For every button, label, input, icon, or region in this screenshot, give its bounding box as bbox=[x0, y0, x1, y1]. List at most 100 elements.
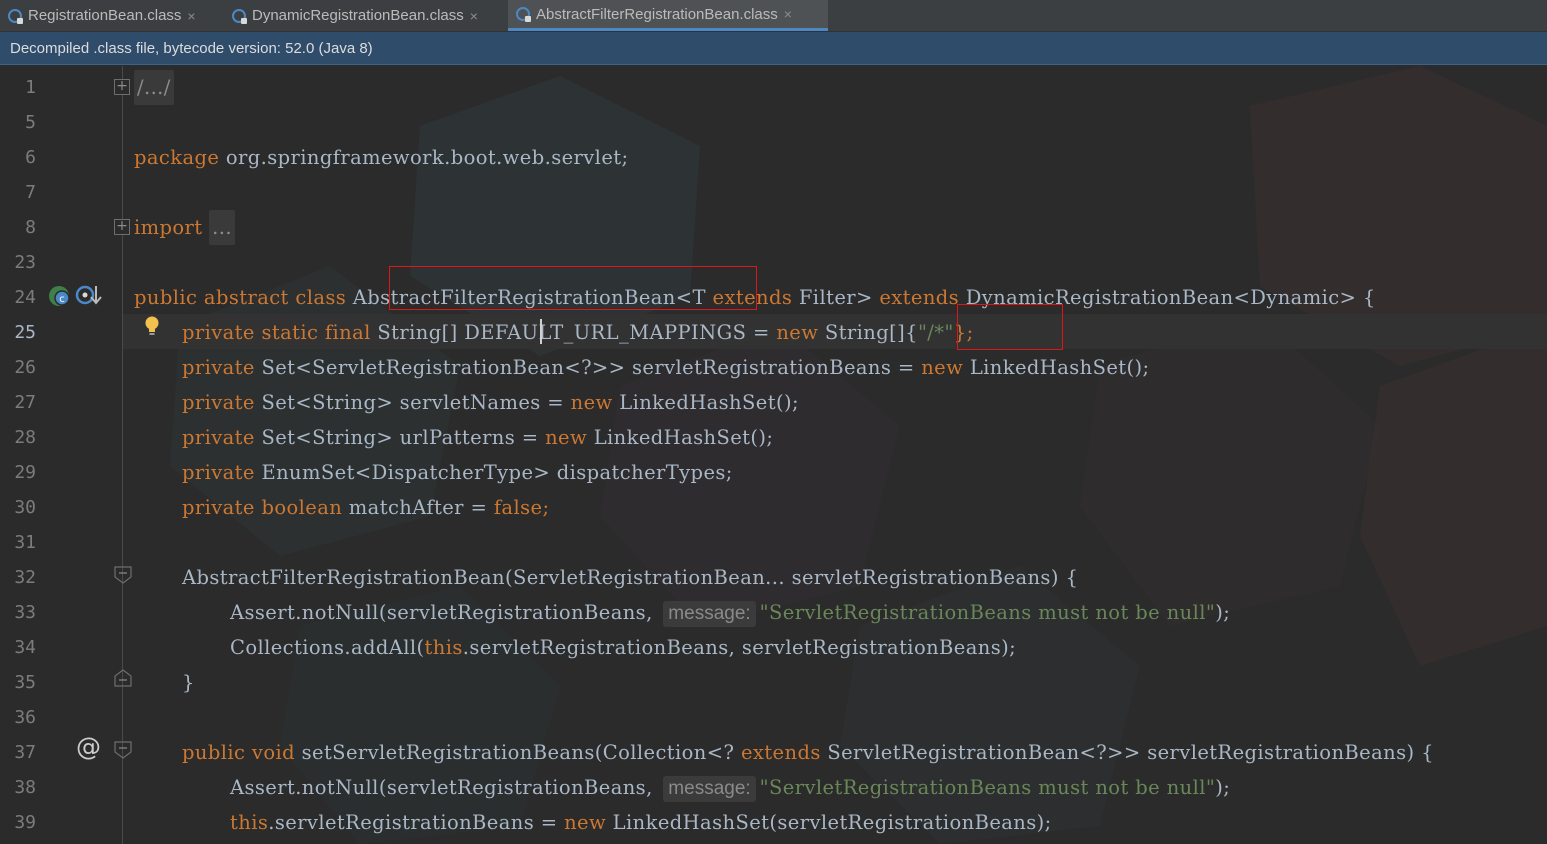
keyword: private bbox=[182, 426, 255, 449]
keyword: public void bbox=[182, 741, 295, 764]
code-text: .servletRegistrationBeans = bbox=[268, 811, 565, 834]
code-line: Assert.notNull(servletRegistrationBeans,… bbox=[230, 770, 1230, 805]
collapse-fold-icon[interactable] bbox=[113, 740, 133, 760]
class-file-icon bbox=[516, 7, 531, 22]
keyword: this bbox=[230, 811, 269, 834]
tab-label: DynamicRegistrationBean.class bbox=[252, 7, 464, 24]
keyword: extends bbox=[740, 741, 821, 764]
class-file-icon bbox=[8, 8, 23, 24]
close-icon[interactable]: × bbox=[470, 8, 478, 24]
line-number: 27 bbox=[14, 392, 36, 413]
keyword: package bbox=[134, 146, 220, 169]
line-number: 23 bbox=[14, 252, 36, 273]
code-text: ; bbox=[542, 496, 550, 519]
keyword: false bbox=[493, 496, 543, 519]
tab-dynamic-registration-bean[interactable]: DynamicRegistrationBean.class × bbox=[224, 0, 506, 31]
tab-label: AbstractFilterRegistrationBean.class bbox=[536, 5, 778, 23]
code-text: Assert.notNull(servletRegistrationBeans, bbox=[230, 776, 660, 799]
line-number: 30 bbox=[14, 497, 36, 518]
highlight-box-url-mapping bbox=[957, 304, 1063, 350]
line-number: 8 bbox=[25, 217, 36, 238]
class-file-icon bbox=[232, 8, 247, 24]
code-line: private boolean matchAfter = false; bbox=[182, 490, 549, 525]
code-line: private EnumSet<DispatcherType> dispatch… bbox=[182, 455, 733, 490]
keyword: new bbox=[776, 321, 819, 344]
expand-fold-icon[interactable]: + bbox=[114, 79, 130, 95]
keyword: import bbox=[134, 216, 203, 239]
at-sign-icon[interactable]: @ bbox=[76, 732, 101, 761]
string-literal: "/*" bbox=[917, 321, 954, 344]
code-line: /.../ bbox=[134, 70, 174, 105]
collapse-fold-icon[interactable] bbox=[113, 565, 133, 585]
code-text: Assert.notNull(servletRegistrationBeans, bbox=[230, 601, 660, 624]
parameter-hint: message: bbox=[663, 776, 756, 802]
close-icon[interactable]: × bbox=[784, 6, 792, 22]
code-line: public void setServletRegistrationBeans(… bbox=[182, 735, 1434, 770]
constant-name: DEFAULT_URL_MAPPINGS = bbox=[464, 321, 777, 344]
tab-registration-bean[interactable]: RegistrationBean.class × bbox=[0, 0, 222, 31]
code-text: LinkedHashSet(); bbox=[612, 391, 799, 414]
text-caret bbox=[540, 319, 542, 344]
class-implementation-icon[interactable]: c bbox=[46, 283, 102, 309]
line-number: 33 bbox=[14, 602, 36, 623]
keyword: new bbox=[545, 426, 588, 449]
code-text: ); bbox=[1215, 776, 1231, 799]
line-number: 38 bbox=[14, 777, 36, 798]
folded-region[interactable]: /.../ bbox=[134, 70, 174, 105]
code-line: private Set<ServletRegistrationBean<?>> … bbox=[182, 350, 1150, 385]
code-text: Filter> bbox=[792, 286, 880, 309]
code-text: Set<ServletRegistrationBean<?>> servletR… bbox=[254, 356, 922, 379]
expand-fold-icon[interactable]: + bbox=[114, 219, 130, 235]
code-line: private Set<String> urlPatterns = new Li… bbox=[182, 420, 773, 455]
code-text: ServletRegistrationBean<?>> servletRegis… bbox=[820, 741, 1434, 764]
line-number: 1 bbox=[25, 77, 36, 98]
string-literal: "ServletRegistrationBeans must not be nu… bbox=[759, 601, 1216, 624]
line-number: 6 bbox=[25, 147, 36, 168]
line-number: 39 bbox=[14, 812, 36, 833]
code-text: LinkedHashSet(servletRegistrationBeans); bbox=[606, 811, 1052, 834]
keyword: private static final bbox=[182, 321, 371, 344]
parameter-hint: message: bbox=[663, 601, 756, 627]
code-text: AbstractFilterRegistrationBean(ServletRe… bbox=[182, 566, 1079, 589]
line-number: 24 bbox=[14, 287, 36, 308]
line-number: 36 bbox=[14, 707, 36, 728]
code-text: String[] bbox=[370, 321, 465, 344]
fold-end-icon[interactable] bbox=[113, 668, 133, 688]
line-number: 37 bbox=[14, 742, 36, 763]
keyword: new bbox=[564, 811, 607, 834]
tab-label: RegistrationBean.class bbox=[28, 7, 182, 24]
code-editor[interactable]: 1 5 6 7 8 23 24 25 26 27 28 29 30 31 32 … bbox=[0, 66, 1547, 844]
keyword: private bbox=[182, 461, 255, 484]
line-number: 32 bbox=[14, 567, 36, 588]
line-number: 7 bbox=[25, 182, 36, 203]
keyword: new bbox=[921, 356, 964, 379]
keyword: private bbox=[182, 356, 255, 379]
line-number: 26 bbox=[14, 357, 36, 378]
close-icon[interactable]: × bbox=[187, 8, 195, 24]
code-text: setServletRegistrationBeans(Collection<? bbox=[295, 741, 741, 764]
code-text: LinkedHashSet(); bbox=[587, 426, 774, 449]
string-literal: "ServletRegistrationBeans must not be nu… bbox=[759, 776, 1216, 799]
line-number: 34 bbox=[14, 637, 36, 658]
code-text: matchAfter = bbox=[342, 496, 494, 519]
code-line: this.servletRegistrationBeans = new Link… bbox=[230, 805, 1052, 840]
code-text: String[]{ bbox=[818, 321, 918, 344]
keyword: private boolean bbox=[182, 496, 343, 519]
code-text: ); bbox=[1215, 601, 1231, 624]
tab-abstract-filter-registration-bean[interactable]: AbstractFilterRegistrationBean.class × bbox=[508, 0, 828, 31]
code-line: private Set<String> servletNames = new L… bbox=[182, 385, 799, 420]
code-text: .servletRegistrationBeans, servletRegist… bbox=[462, 636, 1017, 659]
code-text: org.springframework.boot.web.servlet; bbox=[219, 146, 629, 169]
svg-text:c: c bbox=[59, 294, 65, 305]
code-text: EnumSet<DispatcherType> dispatcherTypes; bbox=[254, 461, 733, 484]
code-text: LinkedHashSet(); bbox=[963, 356, 1150, 379]
lightbulb-icon[interactable] bbox=[143, 315, 161, 337]
highlight-box-class-name bbox=[389, 266, 757, 310]
code-line: package org.springframework.boot.web.ser… bbox=[134, 140, 628, 175]
code-line: Collections.addAll(this.servletRegistrat… bbox=[230, 630, 1016, 665]
code-text: Set<String> urlPatterns = bbox=[254, 426, 546, 449]
folded-imports[interactable]: ... bbox=[209, 210, 235, 245]
line-number: 31 bbox=[14, 532, 36, 553]
gutter-divider bbox=[122, 66, 123, 844]
keyword: this bbox=[424, 636, 463, 659]
